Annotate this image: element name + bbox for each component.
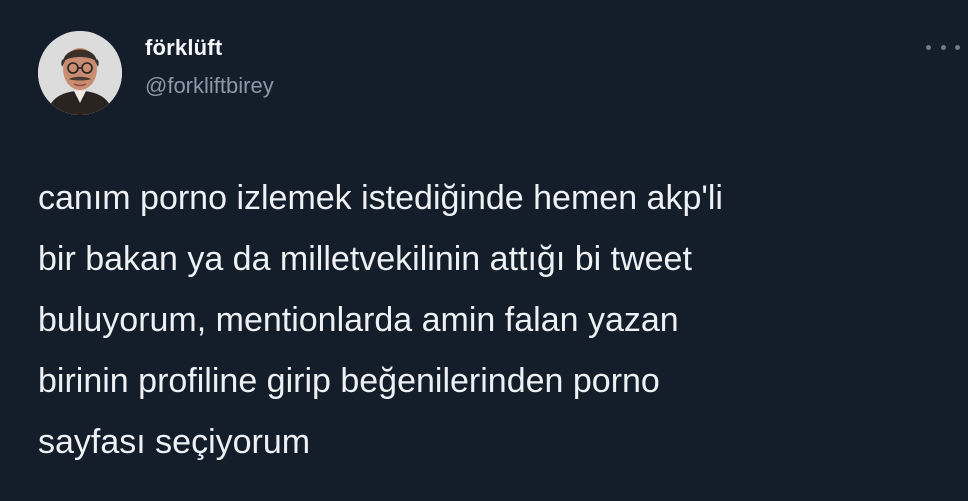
tweet-text: canım porno izlemek istediğinde hemen ak… <box>38 168 958 473</box>
tweet-card: förklüft @forkliftbirey canım porno izle… <box>0 0 968 501</box>
tweet-text-line: sayfası seçiyorum <box>38 423 311 461</box>
tweet-text-line: canım porno izlemek istediğinde hemen ak… <box>38 179 723 217</box>
profile-avatar[interactable] <box>38 31 122 115</box>
avatar-image <box>38 31 122 115</box>
dot-icon <box>926 44 931 50</box>
more-options-icon[interactable] <box>926 40 960 54</box>
tweet-text-line: birinin profiline girip beğenilerinden p… <box>38 362 660 400</box>
tweet-text-line: bir bakan ya da milletvekilinin attığı b… <box>38 240 692 278</box>
tweet-text-line: buluyorum, mentionlarda amin falan yazan <box>38 301 679 339</box>
dot-icon <box>940 44 946 50</box>
user-handle[interactable]: @forkliftbirey <box>145 73 274 99</box>
dot-icon <box>955 44 960 50</box>
display-name[interactable]: förklüft <box>145 35 222 61</box>
